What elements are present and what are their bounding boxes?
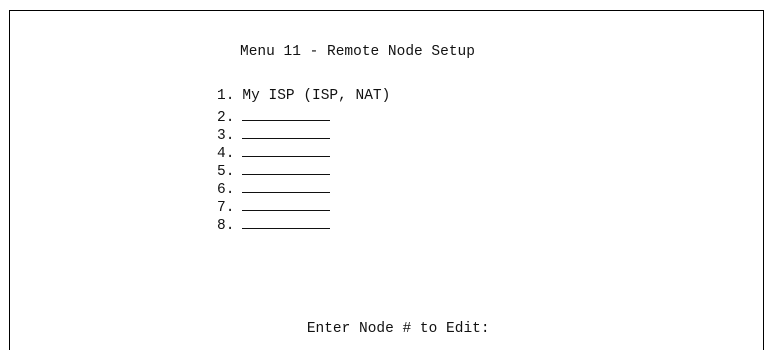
prompt-label: Enter Node # to Edit: xyxy=(306,321,490,337)
remote-node-item-2[interactable]: 2. xyxy=(217,106,390,126)
remote-node-item-3[interactable]: 3. xyxy=(217,124,390,144)
node-number: 8. xyxy=(217,218,235,234)
remote-node-item-4[interactable]: 4. xyxy=(217,142,390,162)
remote-node-item-1[interactable]: 1. My ISP (ISP, NAT) xyxy=(217,88,390,106)
node-number: 4. xyxy=(217,146,235,162)
empty-node-slot xyxy=(242,196,331,211)
node-number: 7. xyxy=(217,200,235,216)
node-number: 5. xyxy=(217,164,235,180)
empty-node-slot xyxy=(242,160,331,175)
empty-node-slot xyxy=(242,178,331,193)
node-number: 2. xyxy=(217,110,235,126)
node-label: My ISP (ISP, NAT) xyxy=(242,88,391,104)
node-number: 6. xyxy=(217,182,235,198)
node-number: 1. xyxy=(217,88,235,104)
menu-title: Menu 11 - Remote Node Setup xyxy=(240,44,475,60)
remote-node-item-7[interactable]: 7. xyxy=(217,196,390,216)
remote-node-item-8[interactable]: 8. xyxy=(217,214,390,234)
node-entry-prompt[interactable]: Enter Node # to Edit: xyxy=(272,301,530,355)
terminal-screen: Menu 11 - Remote Node Setup 1. My ISP (I… xyxy=(9,10,764,350)
remote-node-item-5[interactable]: 5. xyxy=(217,160,390,180)
empty-node-slot xyxy=(242,106,331,121)
node-number-input[interactable] xyxy=(490,318,530,332)
remote-node-list: 1. My ISP (ISP, NAT) 2. 3. 4. 5. 6. 7. 8 xyxy=(217,88,390,234)
empty-node-slot xyxy=(242,142,331,157)
node-number: 3. xyxy=(217,128,235,144)
remote-node-item-6[interactable]: 6. xyxy=(217,178,390,198)
empty-node-slot xyxy=(242,124,331,139)
empty-node-slot xyxy=(242,214,331,229)
